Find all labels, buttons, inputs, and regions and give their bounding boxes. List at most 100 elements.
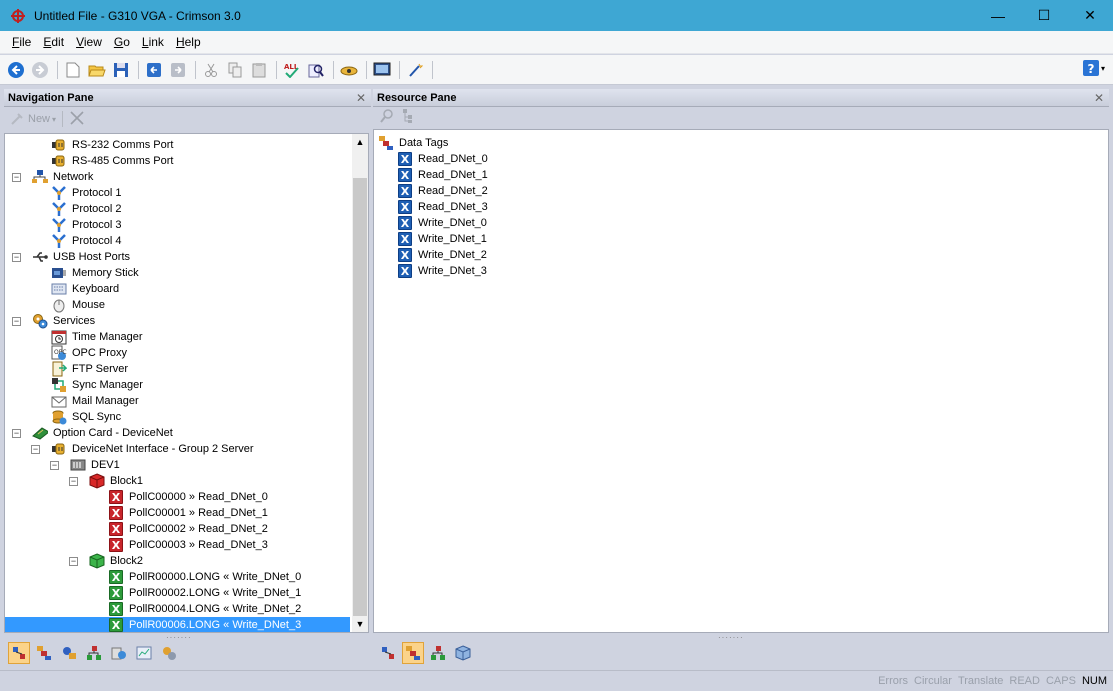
tree-item[interactable]: X PollR00002.LONG « Write_DNet_1 [108,585,303,601]
tree-item-label: Block1 [110,475,144,487]
data-tag-item[interactable]: X Read_DNet_1 [397,167,490,183]
data-tag-item[interactable]: X Write_DNet_3 [397,263,489,279]
tree-item[interactable]: Time Manager [51,329,145,345]
tree-item[interactable]: Protocol 3 [51,217,124,233]
scroll-down-arrow-icon[interactable]: ▼ [352,616,368,632]
tree-item[interactable]: Services [32,313,97,329]
redo-button[interactable] [167,59,188,80]
data-tags-category-button[interactable] [33,642,55,664]
tree-item[interactable]: Mouse [51,297,107,313]
resource-root-data-tags[interactable]: Data Tags [378,135,450,151]
data-tag-item[interactable]: X Write_DNet_0 [397,215,489,231]
tree-collapse-toggle[interactable]: − [69,557,78,566]
tree-item[interactable]: Protocol 4 [51,233,124,249]
delete-button[interactable] [69,110,85,129]
menu-file[interactable]: File [6,35,37,49]
tree-item[interactable]: Protocol 2 [51,201,124,217]
web-server-category-button[interactable] [108,642,130,664]
open-file-button[interactable] [86,59,107,80]
tree-item[interactable]: RS-232 Comms Port [51,137,175,153]
tree-item[interactable]: Mail Manager [51,393,141,409]
tree-collapse-toggle[interactable]: − [12,253,21,262]
minimize-button[interactable]: — [975,0,1021,31]
new-file-button[interactable] [62,59,83,80]
navigation-pane-close-icon[interactable]: ✕ [356,91,366,105]
resource-comms-button[interactable] [377,642,399,664]
emulator-button[interactable] [371,59,392,80]
crimson-app-icon[interactable] [10,8,26,24]
tree-item[interactable]: X PollC00000 » Read_DNet_0 [108,489,270,505]
forward-button[interactable] [29,59,50,80]
tree-item-label: Services [53,315,96,327]
copy-button[interactable] [224,59,245,80]
tree-item[interactable]: DEV1 [70,457,122,473]
data-tag-item[interactable]: X Write_DNet_2 [397,247,489,263]
tree-collapse-toggle[interactable]: − [12,429,21,438]
find-button[interactable] [305,59,326,80]
tree-item[interactable]: SQL Sync [51,409,123,425]
security-category-button[interactable] [158,642,180,664]
communications-category-button[interactable] [8,642,30,664]
tree-collapse-toggle[interactable]: − [12,173,21,182]
tree-item[interactable]: Memory Stick [51,265,141,281]
tree-item-label: Protocol 4 [72,235,122,247]
wizard-button[interactable] [404,59,425,80]
tree-item[interactable]: X PollC00001 » Read_DNet_1 [108,505,270,521]
data-tag-item[interactable]: X Read_DNet_2 [397,183,490,199]
menu-view[interactable]: View [70,35,108,49]
tree-item[interactable]: Sync Manager [51,377,145,393]
tree-item[interactable]: X PollR00004.LONG « Write_DNet_2 [108,601,303,617]
tree-item[interactable]: X PollC00002 » Read_DNet_2 [108,521,270,537]
tree-item[interactable]: RS-485 Comms Port [51,153,175,169]
send-button[interactable] [338,59,359,80]
resource-pane-close-icon[interactable]: ✕ [1094,91,1104,105]
tree-item[interactable]: Protocol 1 [51,185,124,201]
tree-item[interactable]: DeviceNet Interface - Group 2 Server [51,441,256,457]
tree-collapse-toggle[interactable]: − [12,317,21,326]
tree-collapse-toggle[interactable]: − [69,477,78,486]
resource-find-button[interactable] [379,108,395,127]
new-item-button[interactable]: New ▾ [10,112,56,126]
resource-programs-button[interactable] [427,642,449,664]
programs-category-button[interactable] [83,642,105,664]
spell-check-button[interactable]: ALL [281,59,302,80]
tree-item[interactable]: X PollC00003 » Read_DNet_3 [108,537,270,553]
data-tag-item[interactable]: X Write_DNet_1 [397,231,489,247]
maximize-button[interactable]: ☐ [1021,0,1067,31]
paste-clipboard-icon [252,62,265,77]
back-button[interactable] [5,59,26,80]
tree-item[interactable]: FTP Server [51,361,130,377]
save-button[interactable] [110,59,131,80]
scroll-up-arrow-icon[interactable]: ▲ [352,134,368,150]
data-tag-item[interactable]: X Read_DNet_0 [397,151,490,167]
data-logger-category-button[interactable] [133,642,155,664]
tree-item[interactable]: Network [32,169,95,185]
navigation-scroll-thumb[interactable] [353,178,367,616]
close-button[interactable]: ✕ [1067,0,1113,31]
tree-item[interactable]: OPC OPC Proxy [51,345,129,361]
tree-collapse-toggle[interactable]: − [31,445,40,454]
undo-button[interactable] [143,59,164,80]
menu-help[interactable]: Help [170,35,207,49]
data-tag-item[interactable]: X Read_DNet_3 [397,199,490,215]
paste-button[interactable] [248,59,269,80]
cut-button[interactable] [200,59,221,80]
menu-go[interactable]: Go [108,35,136,49]
menu-edit[interactable]: Edit [37,35,70,49]
toolbar-separator [333,60,334,79]
menu-link[interactable]: Link [136,35,170,49]
tree-item[interactable]: X PollR00000.LONG « Write_DNet_0 [108,569,303,585]
tree-collapse-toggle[interactable]: − [50,461,59,470]
tree-item[interactable]: Block1 [89,473,145,489]
tree-item[interactable]: Keyboard [51,281,121,297]
tree-item[interactable]: Option Card - DeviceNet [32,425,175,441]
help-dropdown-button[interactable]: ? ▾ [1082,60,1105,76]
resource-system-button[interactable] [452,642,474,664]
tree-item[interactable]: USB Host Ports [32,249,132,265]
tree-item[interactable]: Block2 [89,553,145,569]
navigation-scrollbar[interactable]: ▲ ▼ [352,134,368,632]
display-pages-category-button[interactable] [58,642,80,664]
resource-data-tags-button[interactable] [402,642,424,664]
resource-tree-options-button[interactable] [401,108,415,127]
tree-item[interactable]: X PollR00006.LONG « Write_DNet_3 [5,617,350,632]
